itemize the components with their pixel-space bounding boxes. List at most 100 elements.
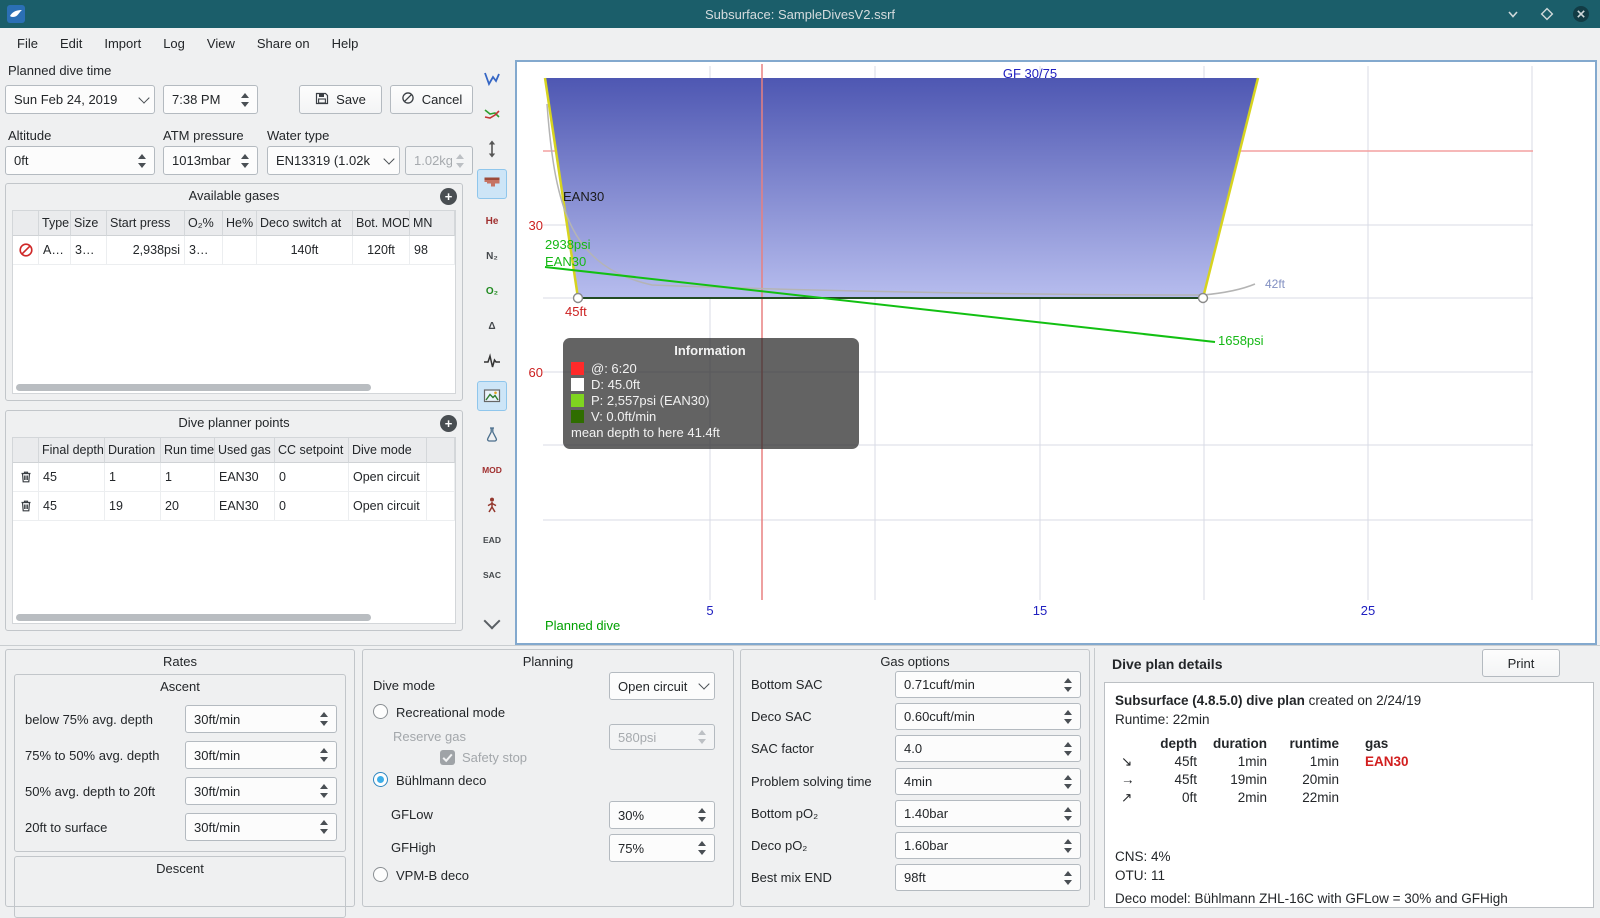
dive-point-handle[interactable] <box>1199 294 1208 303</box>
sac-icon[interactable]: SAC <box>477 560 507 590</box>
ascent-rate-1-label: below 75% avg. depth <box>25 712 153 727</box>
oxygen-graph-icon[interactable]: O₂ <box>477 276 507 306</box>
profile-graph-icon[interactable] <box>477 64 507 94</box>
descent-group: Descent <box>14 856 346 918</box>
print-button[interactable]: Print <box>1482 649 1560 677</box>
spin-arrows-icon[interactable] <box>316 820 336 834</box>
best-mix-end-spinner[interactable]: 98ft <box>895 864 1081 891</box>
problem-solving-time-spinner[interactable]: 4min <box>895 768 1081 795</box>
helium-graph-icon[interactable]: He <box>477 206 507 236</box>
buhlmann-deco-label: Bühlmann deco <box>396 773 486 788</box>
planned-dive-time-label: Planned dive time <box>8 63 111 78</box>
menu-help[interactable]: Help <box>321 31 370 56</box>
heart-rate-icon[interactable] <box>477 346 507 376</box>
remove-gas-icon[interactable] <box>13 236 39 265</box>
spin-arrows-icon[interactable] <box>1060 839 1080 853</box>
spin-arrows-icon[interactable] <box>1060 678 1080 692</box>
spin-arrows-icon[interactable] <box>134 154 154 168</box>
tissues-icon[interactable] <box>477 420 507 450</box>
deco-sac-spinner[interactable]: 0.60cuft/min <box>895 703 1081 730</box>
vpmb-deco-radio[interactable] <box>373 867 388 882</box>
ndl-icon[interactable] <box>477 490 507 520</box>
spin-arrows-icon[interactable] <box>694 808 714 822</box>
spin-arrows-icon[interactable] <box>694 841 714 855</box>
points-table-row[interactable]: 45 19 20 EAN30 0 Open circuit <box>13 492 455 521</box>
dive-mode-select[interactable]: Open circuit <box>609 672 715 700</box>
spin-arrows-icon[interactable] <box>316 784 336 798</box>
ascent-rate-1-spinner[interactable]: 30ft/min <box>185 705 337 733</box>
mod-icon[interactable]: MOD <box>477 455 507 485</box>
spin-arrows-icon[interactable] <box>1060 710 1080 724</box>
bottom-splitter[interactable] <box>0 645 1600 646</box>
rates-title: Rates <box>6 654 354 669</box>
points-horizontal-scrollbar[interactable] <box>16 614 371 621</box>
spin-arrows-icon[interactable] <box>316 712 336 726</box>
close-button[interactable] <box>1572 5 1590 23</box>
ead-icon[interactable]: EAD <box>477 525 507 555</box>
menu-edit[interactable]: Edit <box>49 31 93 56</box>
dive-date-select[interactable]: Sun Feb 24, 2019 <box>5 85 155 114</box>
sac-factor-spinner[interactable]: 4.0 <box>895 735 1081 762</box>
menu-file[interactable]: File <box>6 31 49 56</box>
spin-arrows-icon[interactable] <box>1060 807 1080 821</box>
menu-share-on[interactable]: Share on <box>246 31 321 56</box>
spin-arrows-icon[interactable] <box>237 154 257 168</box>
ceiling-icon[interactable] <box>477 169 507 199</box>
scale-icon[interactable] <box>477 134 507 164</box>
menu-view[interactable]: View <box>196 31 246 56</box>
altitude-label: Altitude <box>8 128 51 143</box>
ascent-rate-2-label: 75% to 50% avg. depth <box>25 748 159 763</box>
deco-po2-spinner[interactable]: 1.60bar <box>895 832 1081 859</box>
spin-arrows-icon[interactable] <box>1060 871 1080 885</box>
add-gas-button[interactable]: + <box>440 188 457 205</box>
delta-icon[interactable]: Δ <box>477 311 507 341</box>
bottom-sac-spinner[interactable]: 0.71cuft/min <box>895 671 1081 698</box>
ascent-rate-3-spinner[interactable]: 30ft/min <box>185 777 337 805</box>
menu-log[interactable]: Log <box>152 31 196 56</box>
planner-points-table: Final depth Duration Run time Used gas C… <box>12 437 456 624</box>
cancel-button[interactable]: Cancel <box>390 85 473 114</box>
delete-point-icon[interactable] <box>13 463 39 492</box>
gases-table-row[interactable]: A… 3… 2,938psi 3… 140ft 120ft 98 <box>13 236 455 265</box>
dive-planner-points-group: Dive planner points + Final depth Durati… <box>5 410 463 631</box>
tooltip-title: Information <box>571 343 849 358</box>
spin-arrows-icon[interactable] <box>1060 775 1080 789</box>
nitrogen-graph-icon[interactable]: N₂ <box>477 241 507 271</box>
deco-sac-label: Deco SAC <box>751 709 812 724</box>
planning-group: Planning Dive mode Open circuit Recreati… <box>362 649 734 907</box>
delete-point-icon[interactable] <box>13 492 39 521</box>
partial-pressure-graph-icon[interactable] <box>477 99 507 129</box>
buhlmann-deco-radio[interactable] <box>373 772 388 787</box>
dive-profile-chart[interactable]: GF 30/75 30 60 5 15 25 Planned dive EAN3… <box>515 60 1597 645</box>
dive-point-handle[interactable] <box>574 294 583 303</box>
segment-arrow-icon: ↗ <box>1121 789 1147 807</box>
save-button[interactable]: Save <box>299 85 382 114</box>
spin-arrows-icon[interactable] <box>1060 742 1080 756</box>
minimize-button[interactable] <box>1504 5 1522 23</box>
altitude-spinner[interactable]: 0ft <box>5 146 155 175</box>
gfhigh-spinner[interactable]: 75% <box>609 834 715 862</box>
maximize-button[interactable] <box>1538 5 1556 23</box>
time-tick-15: 15 <box>1033 603 1047 618</box>
water-type-select[interactable]: EN13319 (1.02k <box>267 146 400 175</box>
gflow-label: GFLow <box>391 807 433 822</box>
details-splitter[interactable] <box>1094 648 1095 900</box>
dive-time-spinner[interactable]: 7:38 PM <box>163 85 258 114</box>
spin-arrows-icon[interactable] <box>316 748 336 762</box>
photos-icon[interactable] <box>477 381 507 411</box>
safety-stop-checkbox <box>440 750 455 765</box>
add-point-button[interactable]: + <box>440 415 457 432</box>
ascent-rate-2-spinner[interactable]: 30ft/min <box>185 741 337 769</box>
ascent-rate-4-spinner[interactable]: 30ft/min <box>185 813 337 841</box>
toolbar-collapse-chevron-icon[interactable] <box>477 608 507 638</box>
gflow-spinner[interactable]: 30% <box>609 801 715 829</box>
bottom-po2-spinner[interactable]: 1.40bar <box>895 800 1081 827</box>
recreational-mode-radio[interactable] <box>373 704 388 719</box>
atm-pressure-spinner[interactable]: 1013mbar <box>163 146 258 175</box>
menu-import[interactable]: Import <box>93 31 152 56</box>
segment-arrow-icon: → <box>1121 771 1147 789</box>
gases-horizontal-scrollbar[interactable] <box>16 384 371 391</box>
start-pressure-gas-label: EAN30 <box>545 254 586 269</box>
points-table-row[interactable]: 45 1 1 EAN30 0 Open circuit <box>13 463 455 492</box>
spin-arrows-icon[interactable] <box>237 93 257 107</box>
